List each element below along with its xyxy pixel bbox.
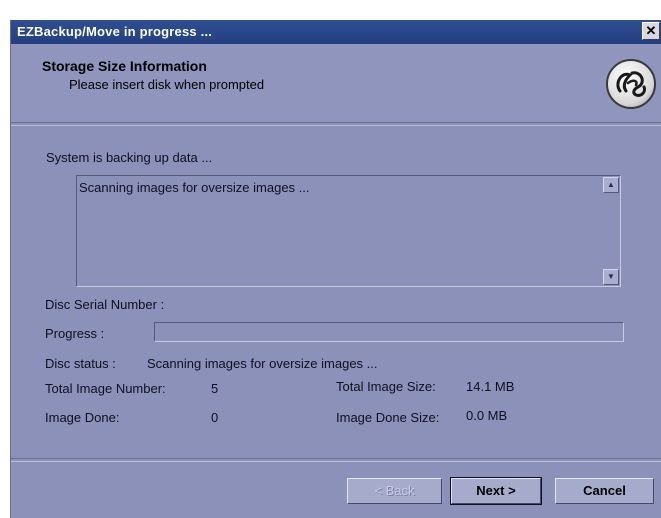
header-separator	[11, 122, 661, 126]
image-done-size-value: 0.0 MB	[466, 408, 508, 423]
disc-status-value: Scanning images for oversize images ...	[147, 356, 378, 371]
ge-logo-icon	[606, 59, 656, 109]
footer-separator	[11, 458, 661, 462]
header-subtitle: Please insert disk when prompted	[69, 77, 265, 92]
total-image-size-value: 14.1 MB	[466, 379, 515, 394]
header-title: Storage Size Information	[42, 58, 207, 74]
total-image-number-value: 5	[211, 381, 219, 396]
progress-bar	[154, 322, 624, 342]
dialog-header: Storage Size Information Please insert d…	[11, 44, 661, 122]
total-image-size-label: Total Image Size:	[336, 379, 436, 394]
back-button[interactable]: < Back	[347, 478, 442, 504]
disc-status-label: Disc status :	[45, 356, 116, 371]
next-button[interactable]: Next >	[450, 477, 542, 505]
chevron-up-icon: ▲	[607, 180, 615, 189]
window-title: EZBackup/Move in progress ...	[17, 24, 213, 39]
close-button[interactable]: ✕	[642, 22, 660, 40]
progress-label: Progress :	[45, 326, 105, 341]
log-scrollbar[interactable]: ▲ ▼	[603, 177, 619, 285]
chevron-down-icon: ▼	[607, 272, 615, 281]
log-listbox[interactable]: Scanning images for oversize images ... …	[76, 175, 621, 287]
scroll-up-button[interactable]: ▲	[603, 177, 619, 193]
close-icon: ✕	[645, 23, 657, 38]
disc-serial-label: Disc Serial Number :	[45, 297, 165, 312]
backup-dialog: EZBackup/Move in progress ... ✕ Storage …	[10, 20, 661, 518]
cancel-button[interactable]: Cancel	[555, 478, 654, 504]
total-image-number-label: Total Image Number:	[45, 381, 166, 396]
image-done-label: Image Done:	[45, 410, 120, 425]
section-label: System is backing up data ...	[46, 150, 213, 165]
log-line: Scanning images for oversize images ...	[79, 180, 310, 195]
scroll-down-button[interactable]: ▼	[603, 269, 619, 285]
image-done-size-label: Image Done Size:	[336, 410, 440, 425]
image-done-value: 0	[211, 410, 219, 425]
title-bar[interactable]: EZBackup/Move in progress ... ✕	[11, 20, 661, 44]
